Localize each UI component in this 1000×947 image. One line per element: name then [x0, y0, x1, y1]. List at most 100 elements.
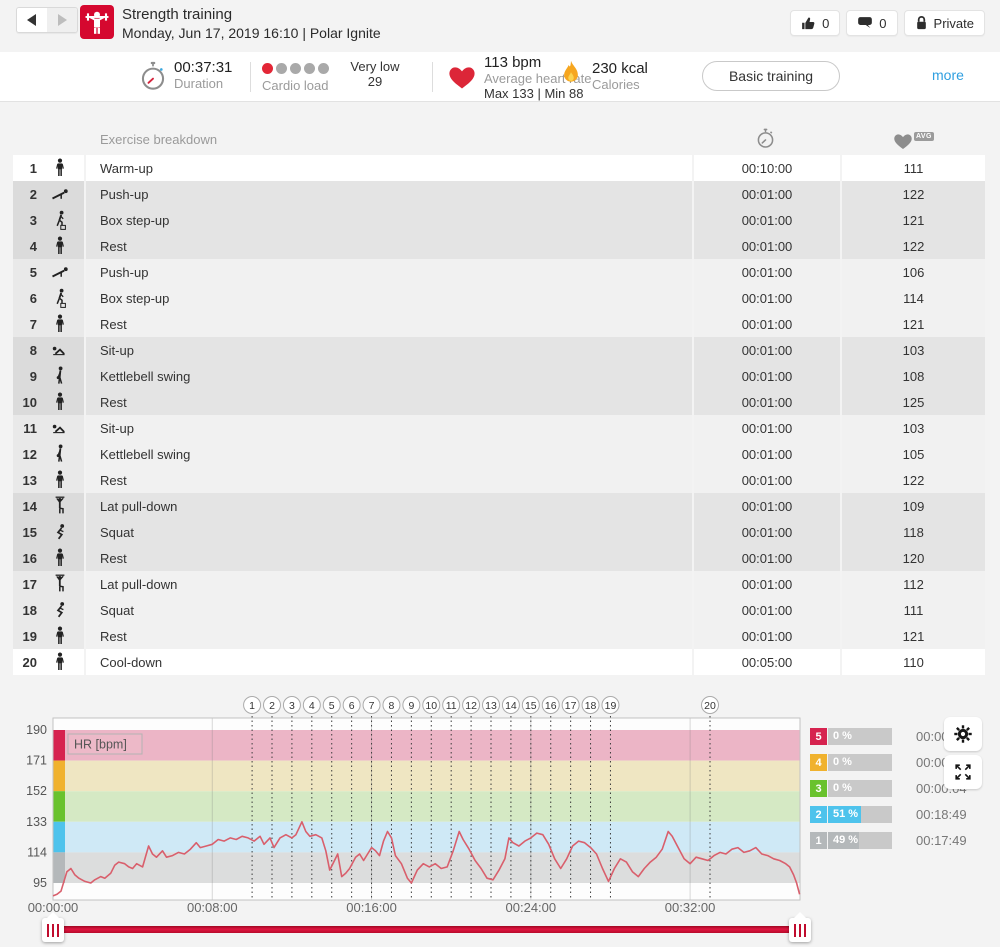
- lock-icon: [915, 15, 928, 31]
- exercise-icon-box-step-up: [51, 210, 69, 230]
- exercise-number: 13: [13, 473, 37, 488]
- exercise-duration: 00:01:00: [694, 571, 840, 597]
- exercise-name: Rest: [86, 545, 692, 571]
- scrollbar-track[interactable]: [53, 926, 800, 933]
- table-row[interactable]: 5 Push-up 00:01:00 106: [0, 259, 1000, 285]
- svg-text:7: 7: [369, 700, 375, 712]
- exercise-avg-hr: 106: [842, 259, 985, 285]
- zone-percent-bar: 51 %: [828, 806, 892, 823]
- exercise-duration: 00:01:00: [694, 623, 840, 649]
- table-row[interactable]: 19 Rest 00:01:00 121: [0, 623, 1000, 649]
- cardio-load-level: Very low: [330, 59, 420, 74]
- cardio-dot-empty: [276, 63, 287, 74]
- table-row[interactable]: 7 Rest 00:01:00 121: [0, 311, 1000, 337]
- training-benefit-button[interactable]: Basic training: [702, 61, 840, 91]
- exercise-number: 12: [13, 447, 37, 462]
- exercise-number: 14: [13, 499, 37, 514]
- exercise-avg-hr: 125: [842, 389, 985, 415]
- exercise-number: 11: [13, 421, 37, 436]
- comment-icon: [857, 16, 873, 30]
- zone-time: 00:18:49: [916, 807, 976, 822]
- table-row[interactable]: 16 Rest 00:01:00 120: [0, 545, 1000, 571]
- table-row[interactable]: 20 Cool-down 00:05:00 110: [0, 649, 1000, 675]
- exercise-number: 10: [13, 395, 37, 410]
- exercise-number: 5: [13, 265, 37, 280]
- zone-percent-bar: 0 %: [828, 780, 892, 797]
- exercise-icon-rest: [51, 470, 69, 490]
- exercise-number: 16: [13, 551, 37, 566]
- exercise-duration: 00:01:00: [694, 285, 840, 311]
- thumbs-up-icon: [801, 16, 816, 31]
- exercise-avg-hr: 122: [842, 233, 985, 259]
- exercise-number: 2: [13, 187, 37, 202]
- exercise-duration: 00:01:00: [694, 337, 840, 363]
- exercise-icon-box-step-up: [51, 288, 69, 308]
- exercise-name: Cool-down: [86, 649, 692, 675]
- svg-text:152: 152: [26, 784, 47, 798]
- calories-value: 230 kcal: [592, 60, 648, 77]
- exercise-name: Lat pull-down: [86, 493, 692, 519]
- table-row[interactable]: 12 Kettlebell swing 00:01:00 105: [0, 441, 1000, 467]
- table-row[interactable]: 1 Warm-up 00:10:00 111: [0, 155, 1000, 181]
- table-row[interactable]: 17 Lat pull-down 00:01:00 112: [0, 571, 1000, 597]
- zone-number: 2: [810, 806, 827, 823]
- zone-percent-label: 0 %: [833, 756, 852, 768]
- table-row[interactable]: 9 Kettlebell swing 00:01:00 108: [0, 363, 1000, 389]
- svg-text:10: 10: [425, 700, 437, 712]
- svg-text:1: 1: [249, 700, 255, 712]
- exercise-name: Rest: [86, 623, 692, 649]
- table-row[interactable]: 10 Rest 00:01:00 125: [0, 389, 1000, 415]
- previous-session-button[interactable]: [17, 8, 47, 32]
- exercise-duration: 00:01:00: [694, 207, 840, 233]
- privacy-button[interactable]: Private: [904, 10, 985, 36]
- session-nav: [16, 7, 78, 33]
- exercise-duration: 00:01:00: [694, 389, 840, 415]
- table-row[interactable]: 11 Sit-up 00:01:00 103: [0, 415, 1000, 441]
- exercise-icon-lat-pull-down: [51, 496, 69, 516]
- exercise-duration: 00:01:00: [694, 181, 840, 207]
- exercise-breakdown-header: Exercise breakdown: [100, 132, 217, 147]
- stopwatch-icon: [140, 61, 166, 97]
- svg-text:5: 5: [329, 700, 335, 712]
- table-row[interactable]: 3 Box step-up 00:01:00 121: [0, 207, 1000, 233]
- summary-stats-bar: 00:37:31 Duration Cardio load Very low 2…: [0, 52, 1000, 102]
- exercise-number: 9: [13, 369, 37, 384]
- exercise-duration: 00:01:00: [694, 493, 840, 519]
- next-session-button[interactable]: [47, 8, 77, 32]
- exercise-icon-rest: [51, 314, 69, 334]
- exercise-duration: 00:01:00: [694, 597, 840, 623]
- table-row[interactable]: 15 Squat 00:01:00 118: [0, 519, 1000, 545]
- scrollbar-right-handle[interactable]: [789, 918, 811, 942]
- table-row[interactable]: 18 Squat 00:01:00 111: [0, 597, 1000, 623]
- zone-percent-label: 51 %: [833, 808, 858, 820]
- exercise-number: 19: [13, 629, 37, 644]
- comment-button[interactable]: 0: [846, 10, 897, 36]
- table-row[interactable]: 6 Box step-up 00:01:00 114: [0, 285, 1000, 311]
- grip-icon: [47, 924, 59, 937]
- table-row[interactable]: 8 Sit-up 00:01:00 103: [0, 337, 1000, 363]
- table-row[interactable]: 2 Push-up 00:01:00 122: [0, 181, 1000, 207]
- chart-settings-button[interactable]: [944, 717, 982, 751]
- scrollbar-left-handle[interactable]: [42, 918, 64, 942]
- gear-icon: [952, 723, 974, 745]
- cardio-load-value: 29: [330, 74, 420, 89]
- exercise-avg-hr: 121: [842, 623, 985, 649]
- zone-number: 4: [810, 754, 827, 771]
- exercise-avg-hr: 114: [842, 285, 985, 311]
- table-row[interactable]: 4 Rest 00:01:00 122: [0, 233, 1000, 259]
- training-benefit-label: Basic training: [729, 68, 813, 84]
- exercise-name: Lat pull-down: [86, 571, 692, 597]
- exercise-avg-hr: 108: [842, 363, 985, 389]
- table-row[interactable]: 13 Rest 00:01:00 122: [0, 467, 1000, 493]
- more-link[interactable]: more: [932, 67, 964, 83]
- like-count: 0: [822, 16, 829, 31]
- exercise-icon-kettlebell-swing: [51, 366, 69, 386]
- exercise-avg-hr: 122: [842, 181, 985, 207]
- exercise-duration: 00:01:00: [694, 545, 840, 571]
- exercise-duration: 00:01:00: [694, 441, 840, 467]
- gray-heart-icon: [893, 132, 913, 150]
- exercise-avg-hr: 110: [842, 649, 985, 675]
- chart-expand-button[interactable]: [944, 755, 982, 789]
- table-row[interactable]: 14 Lat pull-down 00:01:00 109: [0, 493, 1000, 519]
- like-button[interactable]: 0: [790, 10, 840, 36]
